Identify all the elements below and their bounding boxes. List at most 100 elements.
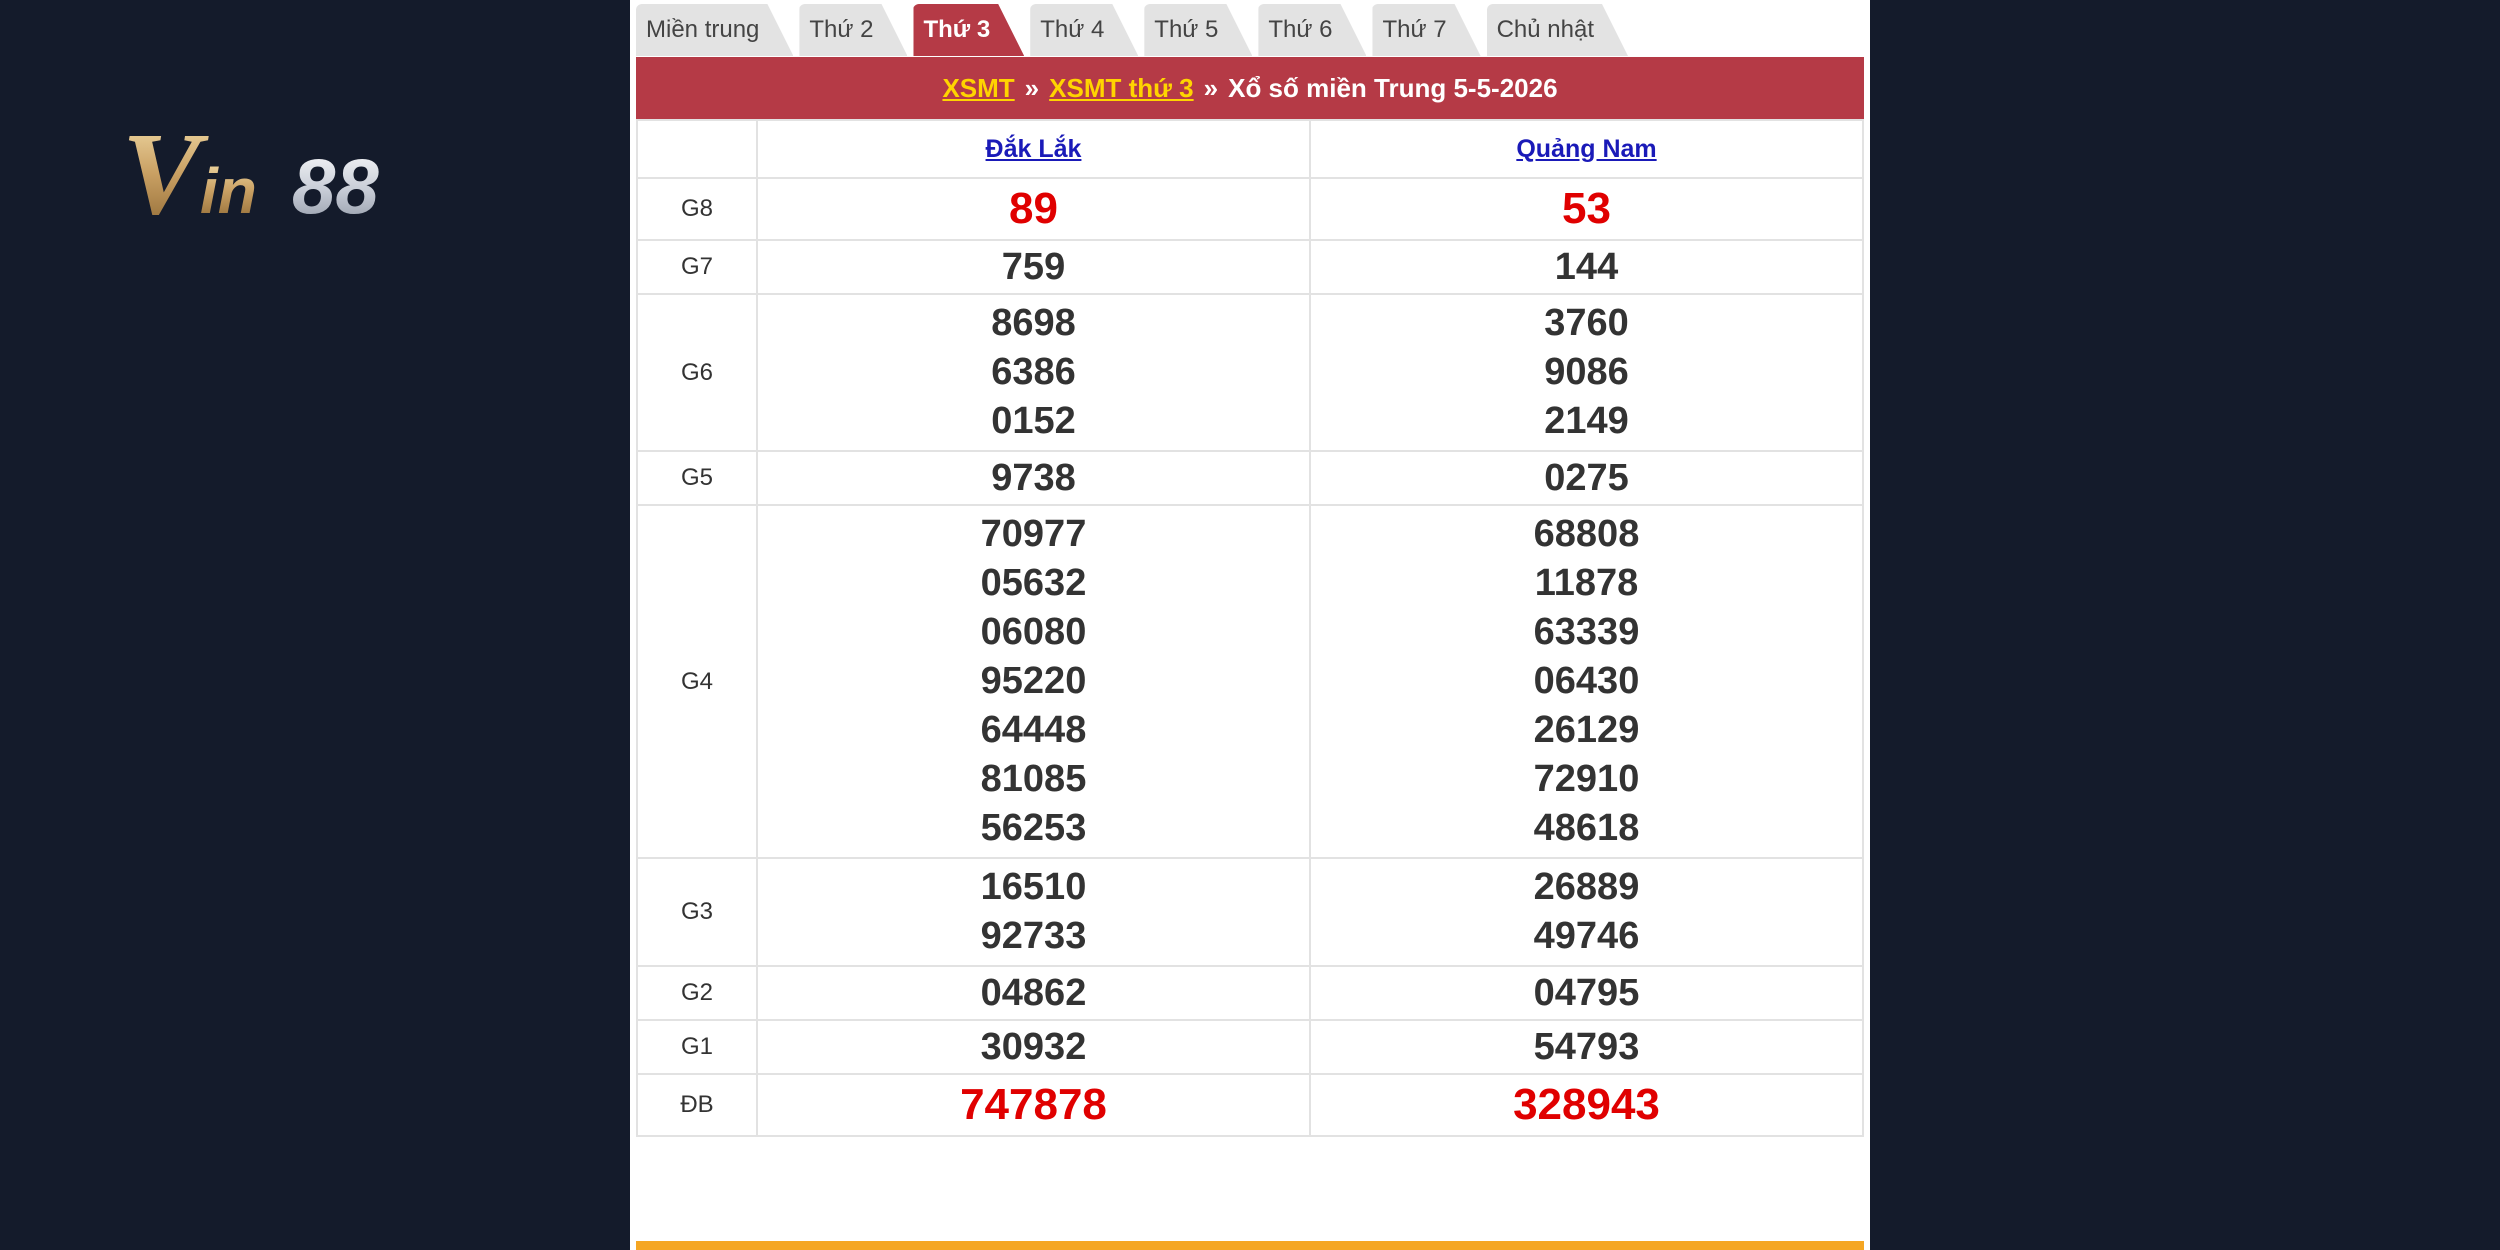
prize-name: G6 [636, 293, 758, 452]
prize-cell: 8698 6386 0152 [756, 293, 1311, 452]
prize-number: 30932 [980, 1026, 1087, 1068]
prize-cell: 30932 [756, 1019, 1311, 1075]
prize-cell: 26889 49746 [1309, 857, 1864, 967]
prize-number: 747878 [960, 1080, 1107, 1129]
bottom-bar [636, 1241, 1864, 1250]
prize-name: G7 [636, 239, 758, 295]
results-body: G8 89 53 G7 759 144 G6 8698 6386 0152 3760 9086 2149… [636, 177, 1864, 1137]
breadcrumb-separator: » [1024, 72, 1040, 103]
prize-cell: 9738 [756, 450, 1311, 506]
prize-cell: 144 [1309, 239, 1864, 295]
prize-row-4: G4 70977 05632 06080 95220 64448 81085 56253 688… [636, 504, 1864, 859]
header-province-2: Quảng Nam [1309, 119, 1864, 179]
province-link-quang-nam[interactable]: Quảng Nam [1516, 135, 1656, 163]
breadcrumb-link-xsmt[interactable]: XSMT [942, 73, 1014, 104]
prize-cell: 68808 11878 63339 06430 26129 72910 48618 [1309, 504, 1864, 859]
logo-88: 88 [292, 142, 379, 230]
prize-number: 95220 [980, 660, 1087, 702]
prize-row-7: G1 30932 54793 [636, 1019, 1864, 1075]
header-province-1: Đắk Lắk [756, 119, 1311, 179]
prize-number: 56253 [980, 807, 1087, 849]
prize-number: 89 [1009, 184, 1058, 233]
vin88-logo: V in 88 [122, 108, 482, 238]
prize-number: 8698 [991, 302, 1076, 344]
prize-cell: 0275 [1309, 450, 1864, 506]
province-link-dak-lak[interactable]: Đắk Lắk [986, 135, 1082, 163]
prize-number: 144 [1554, 246, 1619, 288]
prize-cell: 53 [1309, 177, 1864, 241]
prize-number: 04862 [980, 972, 1087, 1014]
prize-name: G8 [636, 177, 758, 241]
prize-cell: 89 [756, 177, 1311, 241]
tab-5[interactable]: Thứ 6 [1258, 4, 1366, 56]
day-tabs: Miền trung Thứ 2 Thứ 3 Thứ 4 Thứ 5 Thứ 6 Thứ 7… [636, 0, 1864, 56]
prize-row-5: G3 16510 92733 26889 49746 [636, 857, 1864, 967]
logo-in: in [200, 155, 257, 227]
results-panel: Miền trung Thứ 2 Thứ 3 Thứ 4 Thứ 5 Thứ 6 Thứ 7… [630, 0, 1870, 1250]
prize-number: 6386 [991, 351, 1076, 393]
tab-1[interactable]: Thứ 2 [799, 4, 907, 56]
tab-6[interactable]: Thứ 7 [1372, 4, 1480, 56]
prize-number: 04795 [1533, 972, 1640, 1014]
prize-name: G3 [636, 857, 758, 967]
prize-number: 759 [1001, 246, 1066, 288]
prize-row-6: G2 04862 04795 [636, 965, 1864, 1021]
prize-number: 3760 [1544, 302, 1629, 344]
prize-cell: 04795 [1309, 965, 1864, 1021]
prize-number: 72910 [1533, 758, 1640, 800]
tab-4[interactable]: Thứ 5 [1144, 4, 1252, 56]
prize-cell: 04862 [756, 965, 1311, 1021]
prize-number: 48618 [1533, 807, 1640, 849]
prize-row-0: G8 89 53 [636, 177, 1864, 241]
tab-7[interactable]: Chủ nhật [1487, 4, 1628, 56]
breadcrumb-separator: » [1203, 72, 1219, 103]
prize-number: 68808 [1533, 513, 1640, 555]
results-table: Đắk Lắk Quảng Nam G8 89 53 G7 759 144 G6 8698 63… [636, 119, 1864, 1137]
prize-number: 9086 [1544, 351, 1629, 393]
prize-number: 64448 [980, 709, 1087, 751]
prize-row-2: G6 8698 6386 0152 3760 9086 2149 [636, 293, 1864, 452]
prize-cell: 328943 [1309, 1073, 1864, 1137]
prize-cell: 747878 [756, 1073, 1311, 1137]
prize-number: 06430 [1533, 660, 1640, 702]
prize-cell: 16510 92733 [756, 857, 1311, 967]
logo-graphic: V in 88 [122, 108, 379, 238]
prize-number: 328943 [1513, 1080, 1660, 1129]
prize-number: 2149 [1544, 400, 1629, 442]
prize-row-1: G7 759 144 [636, 239, 1864, 295]
prize-number: 9738 [991, 457, 1076, 499]
prize-row-8: ĐB 747878 328943 [636, 1073, 1864, 1137]
prize-row-3: G5 9738 0275 [636, 450, 1864, 506]
prize-number: 0275 [1544, 457, 1629, 499]
logo-v: V [122, 108, 209, 238]
breadcrumb-link-xsmt-thu3[interactable]: XSMT thứ 3 [1049, 73, 1194, 104]
province-header-row: Đắk Lắk Quảng Nam [636, 119, 1864, 179]
prize-number: 06080 [980, 611, 1087, 653]
prize-number: 16510 [980, 866, 1087, 908]
breadcrumb-current: Xổ số miền Trung 5-5-2026 [1228, 72, 1558, 103]
prize-number: 63339 [1533, 611, 1640, 653]
tab-2[interactable]: Thứ 3 [913, 4, 1024, 56]
tab-0[interactable]: Miền trung [636, 4, 793, 56]
prize-number: 0152 [991, 400, 1076, 442]
tab-3[interactable]: Thứ 4 [1030, 4, 1138, 56]
prize-number: 26129 [1533, 709, 1640, 751]
prize-number: 70977 [980, 513, 1087, 555]
prize-number: 81085 [980, 758, 1087, 800]
prize-cell: 759 [756, 239, 1311, 295]
prize-number: 54793 [1533, 1026, 1640, 1068]
prize-cell: 70977 05632 06080 95220 64448 81085 56253 [756, 504, 1311, 859]
prize-number: 26889 [1533, 866, 1640, 908]
prize-cell: 3760 9086 2149 [1309, 293, 1864, 452]
prize-cell: 54793 [1309, 1019, 1864, 1075]
prize-number: 53 [1562, 184, 1611, 233]
prize-name: G5 [636, 450, 758, 506]
prize-name: G4 [636, 504, 758, 859]
prize-number: 05632 [980, 562, 1087, 604]
prize-name: G1 [636, 1019, 758, 1075]
prize-name: ĐB [636, 1073, 758, 1137]
prize-number: 92733 [980, 915, 1087, 957]
prize-name: G2 [636, 965, 758, 1021]
breadcrumb: XSMT » XSMT thứ 3 » Xổ số miền Trung 5-5… [636, 57, 1864, 119]
header-empty [636, 119, 758, 179]
